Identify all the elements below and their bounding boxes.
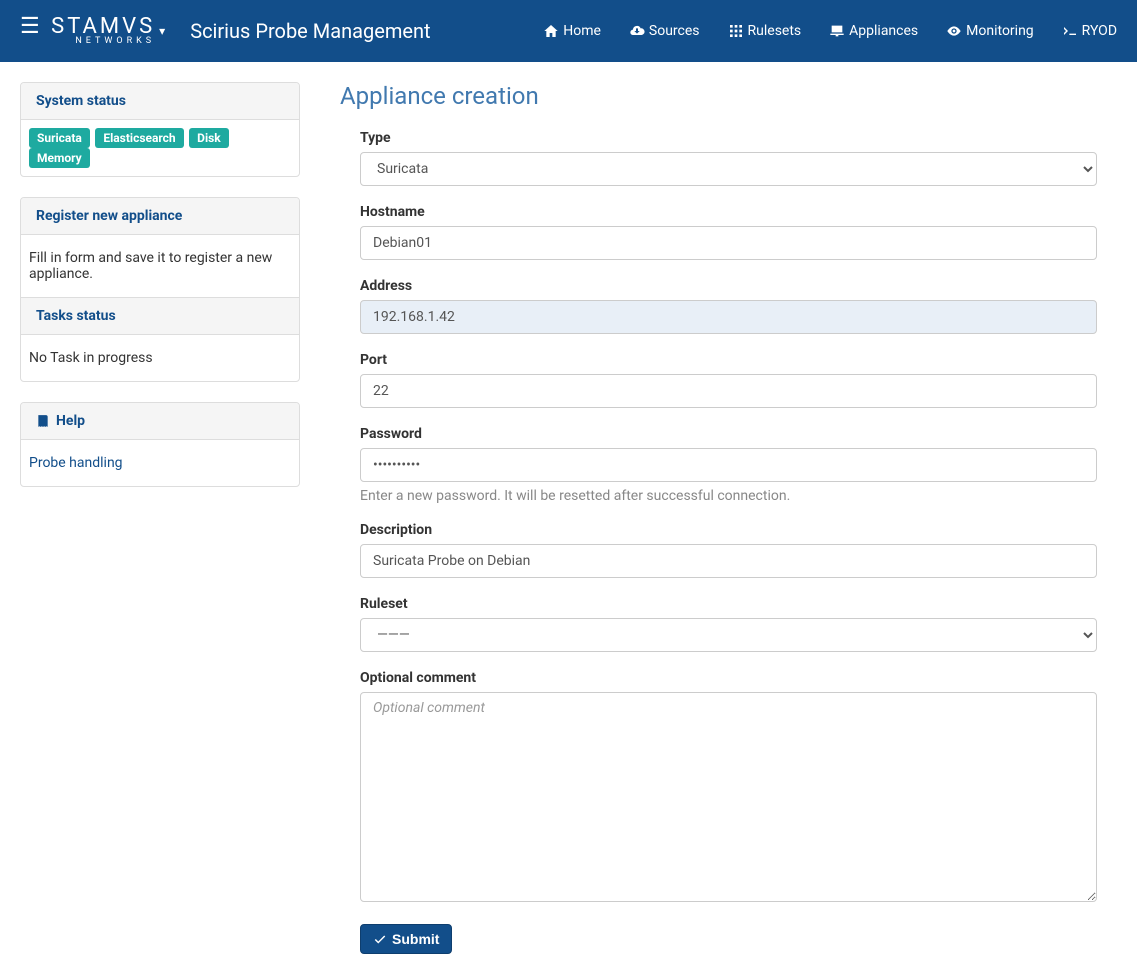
appliance-icon xyxy=(829,23,845,39)
address-label: Address xyxy=(360,278,1097,294)
type-select[interactable]: Suricata xyxy=(360,152,1097,186)
main-content: Appliance creation Type Suricata Hostnam… xyxy=(320,82,1117,954)
chevron-down-icon: ▾ xyxy=(159,24,165,38)
panel-register-title: Register new appliance xyxy=(21,198,299,235)
terminal-icon xyxy=(1062,23,1078,39)
nav-links: Home Sources Rulesets Appliances Monitor… xyxy=(543,23,1117,39)
address-input[interactable] xyxy=(360,300,1097,334)
description-label: Description xyxy=(360,522,1097,538)
hostname-label: Hostname xyxy=(360,204,1097,220)
nav-rulesets-label: Rulesets xyxy=(748,23,802,39)
comment-label: Optional comment xyxy=(360,670,1097,686)
type-label: Type xyxy=(360,130,1097,146)
check-icon xyxy=(373,932,387,946)
nav-appliances[interactable]: Appliances xyxy=(829,23,918,39)
nav-home[interactable]: Home xyxy=(543,23,601,39)
panel-system-status-title: System status xyxy=(21,83,299,120)
badge-suricata[interactable]: Suricata xyxy=(29,128,90,148)
nav-sources-label: Sources xyxy=(649,23,700,39)
password-label: Password xyxy=(360,426,1097,442)
password-input[interactable] xyxy=(360,448,1097,482)
nav-ryod[interactable]: RYOD xyxy=(1062,23,1117,39)
nav-sources[interactable]: Sources xyxy=(629,23,700,39)
nav-appliances-label: Appliances xyxy=(849,23,918,39)
nav-ryod-label: RYOD xyxy=(1082,23,1117,39)
nav-monitoring[interactable]: Monitoring xyxy=(946,23,1034,39)
panel-help: Help Probe handling xyxy=(20,402,300,487)
navbar: ☰ STAMVS NETWORKS ▾ Scirius Probe Manage… xyxy=(0,0,1137,62)
badge-disk[interactable]: Disk xyxy=(189,128,229,148)
panel-system-status: System status Suricata Elasticsearch Dis… xyxy=(20,82,300,177)
book-icon xyxy=(36,414,50,428)
description-input[interactable] xyxy=(360,544,1097,578)
status-badges: Suricata Elasticsearch Disk Memory xyxy=(21,120,299,176)
panel-register-text: Fill in form and save it to register a n… xyxy=(21,235,299,297)
sidebar: System status Suricata Elasticsearch Dis… xyxy=(20,82,300,954)
app-title: Scirius Probe Management xyxy=(190,19,430,43)
password-help: Enter a new password. It will be resette… xyxy=(360,488,1097,504)
nav-monitoring-label: Monitoring xyxy=(966,23,1034,39)
badge-elasticsearch[interactable]: Elasticsearch xyxy=(95,128,183,148)
badge-memory[interactable]: Memory xyxy=(29,148,90,168)
home-icon xyxy=(543,23,559,39)
hostname-input[interactable] xyxy=(360,226,1097,260)
port-input[interactable] xyxy=(360,374,1097,408)
panel-tasks-title: Tasks status xyxy=(21,297,299,335)
panel-register: Register new appliance Fill in form and … xyxy=(20,197,300,382)
ruleset-select[interactable]: ——— xyxy=(360,618,1097,652)
grid-icon xyxy=(728,23,744,39)
submit-button-label: Submit xyxy=(392,931,439,947)
brand-logo[interactable]: ☰ STAMVS NETWORKS ▾ xyxy=(20,16,165,46)
eye-icon xyxy=(946,23,962,39)
page-title: Appliance creation xyxy=(340,82,1097,110)
panel-help-title: Help xyxy=(21,403,299,440)
comment-textarea[interactable] xyxy=(360,692,1097,902)
cloud-download-icon xyxy=(629,23,645,39)
panel-help-title-text: Help xyxy=(56,413,85,429)
port-label: Port xyxy=(360,352,1097,368)
logo-text: ☰ STAMVS xyxy=(20,16,155,38)
nav-rulesets[interactable]: Rulesets xyxy=(728,23,802,39)
panel-tasks-text: No Task in progress xyxy=(21,335,299,381)
nav-home-label: Home xyxy=(563,23,601,39)
submit-button[interactable]: Submit xyxy=(360,924,452,954)
ruleset-label: Ruleset xyxy=(360,596,1097,612)
help-link-probe-handling[interactable]: Probe handling xyxy=(29,455,123,471)
